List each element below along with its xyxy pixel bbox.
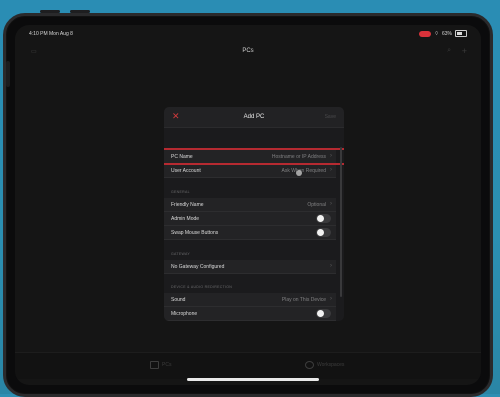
- admin-mode-row: Admin Mode: [164, 212, 336, 226]
- status-bar: 4:10 PM Mon Aug 8 ⌔ 63%: [25, 29, 471, 39]
- status-time: 4:10 PM Mon Aug 8: [29, 31, 73, 37]
- admin-mode-label: Admin Mode: [171, 216, 200, 222]
- tab-pcs-label: PCs: [162, 362, 172, 368]
- mouse-cursor: [296, 170, 302, 176]
- swap-mouse-row: Swap Mouse Buttons: [164, 226, 336, 240]
- side-button: [6, 61, 10, 87]
- pc-name-highlight-box: [164, 148, 344, 165]
- admin-mode-toggle[interactable]: [316, 214, 331, 223]
- battery-icon: [455, 30, 467, 37]
- volume-button: [40, 10, 60, 13]
- volume-button: [70, 10, 90, 13]
- ipad-screen: 4:10 PM Mon Aug 8 ⌔ 63% ▭ PCs ⌕ + PCs Wo…: [15, 25, 481, 385]
- user-account-label: User Account: [171, 168, 201, 174]
- tab-workspaces[interactable]: Workspaces: [305, 361, 344, 369]
- page-title: PCs: [242, 48, 254, 54]
- sound-label: Sound: [171, 297, 186, 303]
- sound-value: Play on This Device: [281, 297, 326, 303]
- gateway-row[interactable]: No Gateway Configured ›: [164, 260, 336, 274]
- swap-mouse-toggle[interactable]: [316, 228, 331, 237]
- section-device-audio: DEVICE & AUDIO REDIRECTION: [171, 285, 233, 289]
- home-indicator[interactable]: [187, 378, 319, 381]
- friendly-name-field[interactable]: Optional: [307, 202, 326, 208]
- tab-workspaces-label: Workspaces: [317, 362, 345, 368]
- add-pc-dialog: ✕ Add PC Save PC Name Hostname or IP Add…: [164, 107, 344, 321]
- section-general: GENERAL: [171, 190, 190, 194]
- gateway-label: No Gateway Configured: [171, 264, 225, 270]
- save-button[interactable]: Save: [325, 114, 336, 120]
- cloud-icon: [305, 361, 314, 369]
- pc-icon: [150, 361, 159, 369]
- chevron-right-icon: ›: [330, 201, 332, 207]
- tab-pcs[interactable]: PCs: [150, 361, 171, 369]
- sound-row[interactable]: Sound Play on This Device ›: [164, 293, 336, 307]
- dialog-scrollbar[interactable]: [340, 147, 342, 297]
- friendly-name-label: Friendly Name: [171, 202, 204, 208]
- tab-bar: PCs Workspaces: [15, 352, 481, 379]
- status-right: ⌔ 63%: [419, 30, 467, 37]
- add-icon[interactable]: +: [462, 46, 467, 56]
- recording-indicator-icon: [419, 30, 432, 37]
- user-account-row[interactable]: User Account Ask When Required ›: [164, 164, 336, 178]
- ipad-device-frame: 4:10 PM Mon Aug 8 ⌔ 63% ▭ PCs ⌕ + PCs Wo…: [3, 13, 493, 397]
- chevron-right-icon: ›: [330, 263, 332, 269]
- swap-mouse-label: Swap Mouse Buttons: [171, 230, 219, 236]
- microphone-row: Microphone: [164, 307, 336, 321]
- microphone-label: Microphone: [171, 311, 198, 317]
- friendly-name-row[interactable]: Friendly Name Optional ›: [164, 198, 336, 212]
- battery-percent: 63%: [441, 30, 452, 37]
- wifi-icon: ⌔: [434, 30, 439, 37]
- dialog-header: ✕ Add PC Save: [164, 107, 344, 128]
- microphone-toggle[interactable]: [316, 309, 331, 318]
- chevron-right-icon: ›: [330, 167, 332, 173]
- dialog-title: Add PC: [243, 114, 265, 120]
- section-gateway: GATEWAY: [171, 252, 190, 256]
- navigation-bar: ▭ PCs ⌕ +: [15, 41, 481, 63]
- search-icon[interactable]: ⌕: [447, 47, 451, 55]
- user-account-value: Ask When Required: [281, 168, 326, 174]
- chevron-right-icon: ›: [330, 296, 332, 302]
